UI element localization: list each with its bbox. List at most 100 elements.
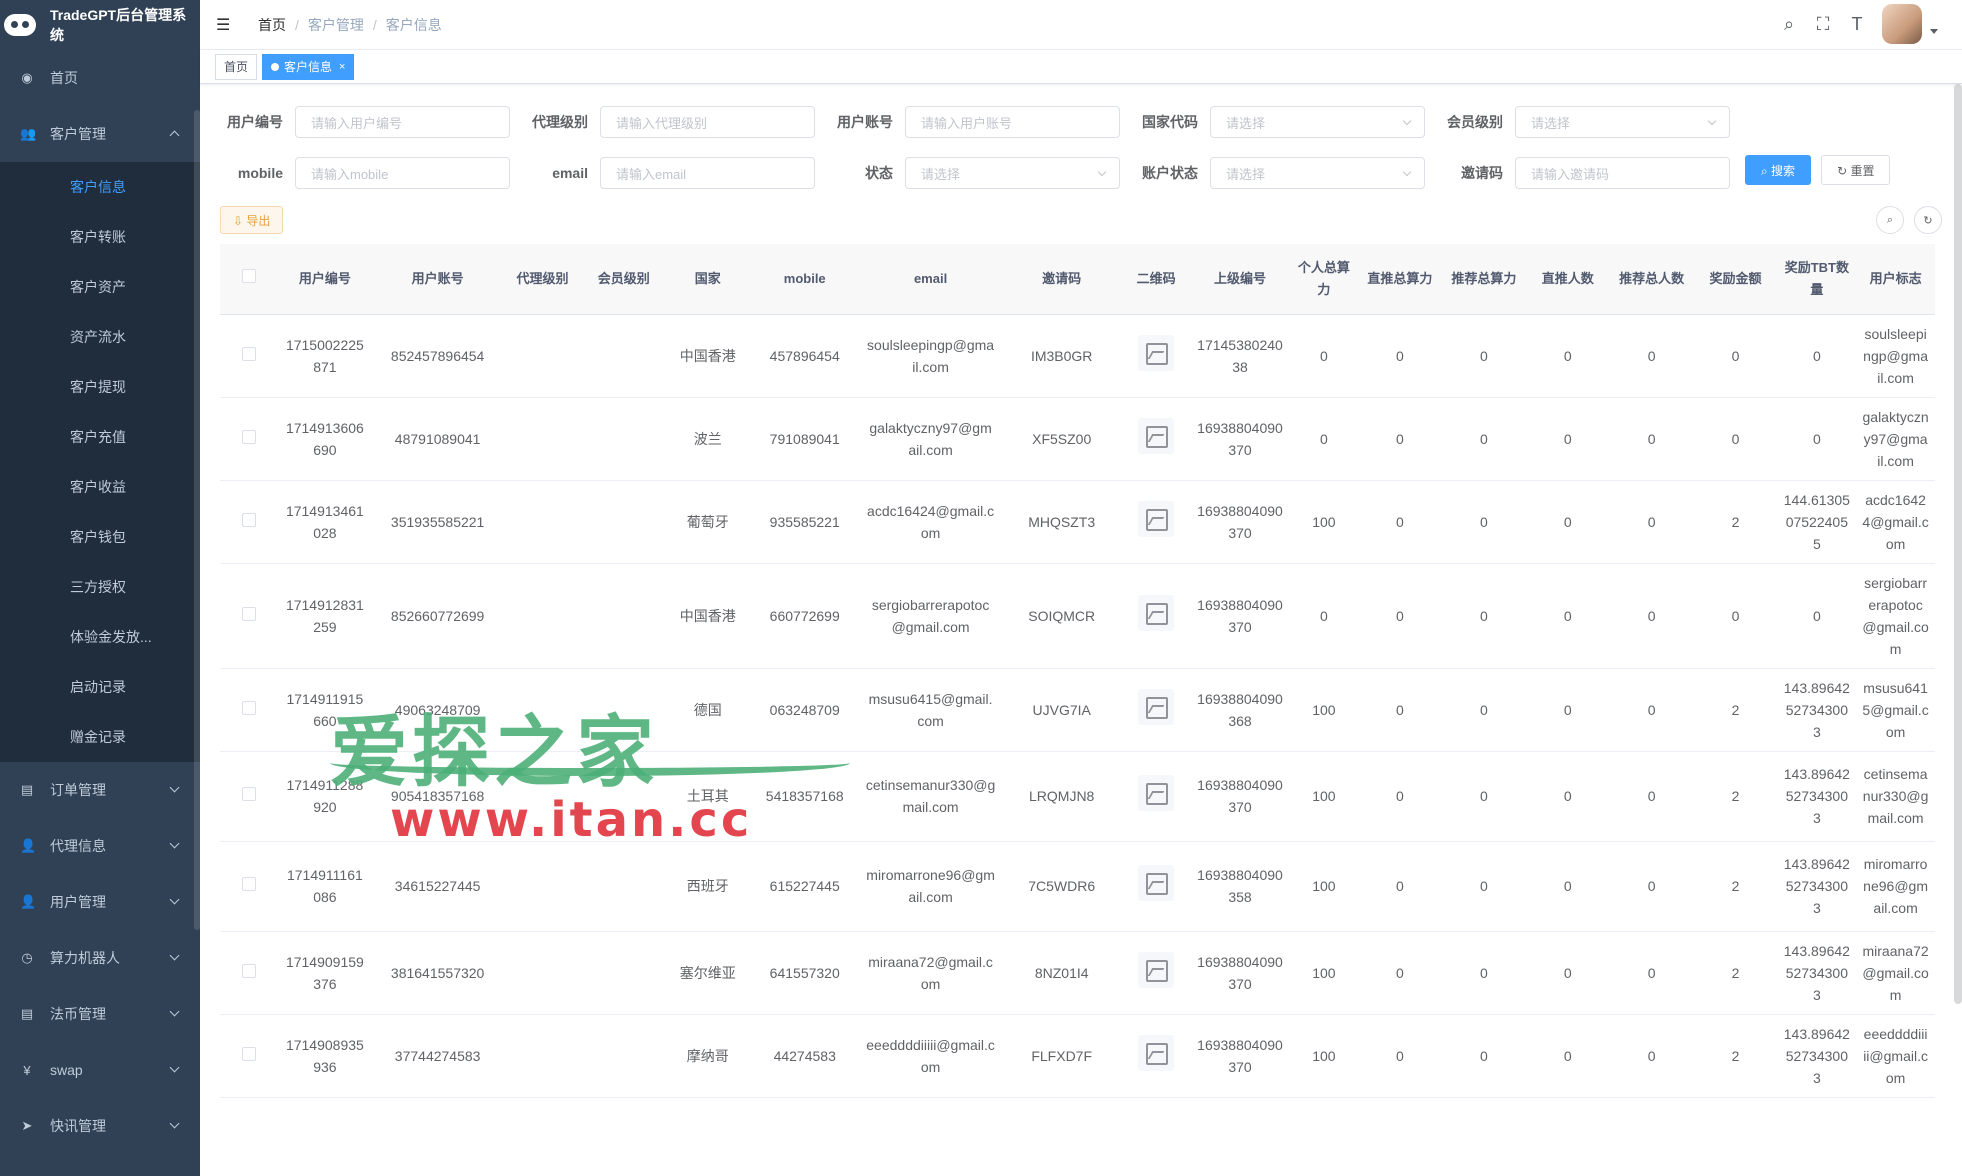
table-row[interactable]: 1714913461028 351935585221 葡萄牙 935585221 acd… bbox=[220, 480, 1935, 564]
filter-select[interactable]: 请选择 bbox=[1210, 157, 1425, 189]
table-cell: UJVG7IA bbox=[1001, 668, 1122, 752]
row-checkbox[interactable] bbox=[241, 1046, 256, 1061]
active-dot-icon bbox=[271, 62, 280, 71]
column-header[interactable]: 国家 bbox=[665, 244, 750, 315]
filter-input[interactable]: 请输入mobile bbox=[295, 157, 510, 189]
filter-input[interactable]: 请输入代理级别 bbox=[600, 106, 815, 138]
row-checkbox[interactable] bbox=[241, 700, 256, 715]
sidebar-subitem[interactable]: 客户提现 bbox=[0, 362, 200, 412]
column-header[interactable]: 直推总算力 bbox=[1357, 244, 1442, 315]
sidebar-item-customer-management[interactable]: 👥 客户管理 bbox=[0, 106, 200, 162]
table-row[interactable]: 1714911915660 49063248709 德国 063248709 msusu… bbox=[220, 668, 1935, 752]
hamburger-icon[interactable]: ☰ bbox=[216, 15, 234, 35]
image-placeholder-icon[interactable] bbox=[1138, 1034, 1175, 1071]
row-checkbox[interactable] bbox=[241, 877, 256, 891]
sidebar-item[interactable]: ◷ 算力机器人 bbox=[0, 930, 200, 986]
sidebar-item[interactable]: ▤ 订单管理 bbox=[0, 762, 200, 818]
column-header[interactable]: 推荐总算力 bbox=[1441, 244, 1526, 315]
column-header[interactable]: 推荐总人数 bbox=[1609, 244, 1694, 315]
column-header[interactable]: 用户账号 bbox=[372, 244, 504, 315]
sidebar-item[interactable]: ➤ 快讯管理 bbox=[0, 1098, 200, 1154]
fullscreen-icon[interactable]: ⛶ bbox=[1806, 14, 1840, 35]
column-header[interactable]: 奖励金额 bbox=[1693, 244, 1778, 315]
table-row[interactable]: 1714911288920 905418357168 土耳其 5418357168 ce… bbox=[220, 751, 1935, 842]
sidebar-item[interactable]: 👤 用户管理 bbox=[0, 874, 200, 930]
search-icon[interactable]: ⌕ bbox=[1772, 14, 1806, 35]
column-header[interactable]: email bbox=[859, 244, 1002, 315]
image-placeholder-icon[interactable] bbox=[1138, 594, 1175, 631]
row-checkbox[interactable] bbox=[241, 787, 256, 801]
customer-table: 用户编号 用户账号 代理级别 会员级别 国家 mobile email 邀请码 二维码 上级编号个… bbox=[220, 244, 1935, 1098]
breadcrumb-home[interactable]: 首页 bbox=[258, 15, 286, 35]
export-button[interactable]: ⇩ 导出 bbox=[220, 206, 284, 234]
column-header[interactable]: 用户标志 bbox=[1856, 244, 1935, 315]
sidebar-item[interactable]: ¥ swap bbox=[0, 1042, 200, 1098]
reset-button[interactable]: ↻ 重置 bbox=[1821, 155, 1891, 185]
column-header[interactable]: 二维码 bbox=[1122, 244, 1191, 315]
column-header[interactable]: 用户编号 bbox=[277, 244, 373, 315]
image-placeholder-icon[interactable] bbox=[1138, 951, 1175, 988]
sidebar-subitem[interactable]: 体验金发放... bbox=[0, 612, 200, 662]
sidebar-subitem[interactable]: 资产流水 bbox=[0, 312, 200, 362]
sidebar-subitem[interactable]: 客户收益 bbox=[0, 462, 200, 512]
table-row[interactable]: 1714911161086 34615227445 西班牙 615227445 miro… bbox=[220, 841, 1935, 932]
select-all-checkbox[interactable] bbox=[241, 268, 256, 283]
column-header[interactable]: 会员级别 bbox=[581, 244, 666, 315]
sidebar-subitem[interactable]: 三方授权 bbox=[0, 562, 200, 612]
image-placeholder-icon[interactable] bbox=[1138, 865, 1175, 901]
filter-input[interactable]: 请输入邀请码 bbox=[1515, 157, 1730, 189]
sidebar-item[interactable]: 👤 代理信息 bbox=[0, 818, 200, 874]
table-cell: 16938804090370 bbox=[1190, 931, 1290, 1015]
table-cell: 8NZ01I4 bbox=[1001, 931, 1122, 1015]
image-placeholder-icon[interactable] bbox=[1138, 500, 1175, 537]
image-placeholder-icon[interactable] bbox=[1138, 688, 1175, 725]
table-row[interactable]: 1714909159376 381641557320 塞尔维亚 641557320 mi… bbox=[220, 931, 1935, 1015]
tag-customer-info[interactable]: 客户信息 × bbox=[262, 53, 355, 80]
font-size-icon[interactable]: T bbox=[1840, 14, 1874, 35]
avatar[interactable] bbox=[1882, 4, 1922, 44]
sidebar-subitem[interactable]: 客户转账 bbox=[0, 212, 200, 262]
column-header[interactable]: 奖励TBT数量 bbox=[1777, 244, 1857, 315]
sidebar-subitem[interactable]: 赠金记录 bbox=[0, 712, 200, 762]
image-placeholder-icon[interactable] bbox=[1138, 334, 1175, 371]
search-button[interactable]: ⌕ 搜索 bbox=[1745, 155, 1812, 185]
sidebar-item[interactable]: ▤ 法币管理 bbox=[0, 986, 200, 1042]
image-placeholder-icon[interactable] bbox=[1138, 775, 1175, 811]
table-row[interactable]: 1715002225871 852457896454 中国香港 457896454 so… bbox=[220, 314, 1935, 398]
search-toggle-icon[interactable]: ⌕ bbox=[1876, 206, 1904, 234]
sidebar-item-home[interactable]: ◉ 首页 bbox=[0, 50, 200, 106]
filter-input[interactable]: 请输入用户账号 bbox=[905, 106, 1120, 138]
row-checkbox[interactable] bbox=[241, 346, 256, 361]
image-placeholder-icon[interactable] bbox=[1138, 417, 1175, 454]
column-header[interactable]: 上级编号 bbox=[1190, 244, 1290, 315]
sidebar-subitem[interactable]: 客户资产 bbox=[0, 262, 200, 312]
filter-select[interactable]: 请选择 bbox=[1515, 106, 1730, 138]
column-header[interactable]: mobile bbox=[749, 244, 860, 315]
column-header[interactable]: 代理级别 bbox=[503, 244, 582, 315]
sidebar-subitem[interactable]: 客户钱包 bbox=[0, 512, 200, 562]
row-checkbox[interactable] bbox=[241, 512, 256, 527]
caret-down-icon[interactable] bbox=[1930, 28, 1938, 34]
column-header[interactable]: 邀请码 bbox=[1001, 244, 1122, 315]
filter-input[interactable]: 请输入email bbox=[600, 157, 815, 189]
row-checkbox[interactable] bbox=[241, 963, 256, 978]
sidebar-subitem[interactable]: 客户充值 bbox=[0, 412, 200, 462]
breadcrumb-customer-management[interactable]: 客户管理 bbox=[308, 15, 364, 35]
column-header[interactable]: 个人总算力 bbox=[1289, 244, 1358, 315]
row-checkbox[interactable] bbox=[241, 606, 256, 621]
sidebar-subitem[interactable]: 客户信息 bbox=[0, 162, 200, 212]
brand[interactable]: TradeGPT后台管理系统 bbox=[0, 0, 200, 50]
table-row[interactable]: 1714912831259 852660772699 中国香港 660772699 se… bbox=[220, 563, 1935, 669]
tag-home[interactable]: 首页 bbox=[215, 53, 258, 80]
refresh-icon[interactable]: ↻ bbox=[1914, 206, 1942, 234]
filter-select[interactable]: 请选择 bbox=[905, 157, 1120, 189]
filter-input[interactable]: 请输入用户编号 bbox=[295, 106, 510, 138]
column-header[interactable]: 直推人数 bbox=[1525, 244, 1610, 315]
table-row[interactable]: 1714913606690 48791089041 波兰 791089041 galak… bbox=[220, 397, 1935, 481]
page-scrollbar[interactable] bbox=[1954, 84, 1962, 1004]
sidebar-subitem[interactable]: 启动记录 bbox=[0, 662, 200, 712]
close-icon[interactable]: × bbox=[339, 55, 345, 79]
table-row[interactable]: 1714908935936 37744274583 摩纳哥 44274583 eeedd… bbox=[220, 1014, 1935, 1098]
filter-select[interactable]: 请选择 bbox=[1210, 106, 1425, 138]
row-checkbox[interactable] bbox=[241, 429, 256, 444]
